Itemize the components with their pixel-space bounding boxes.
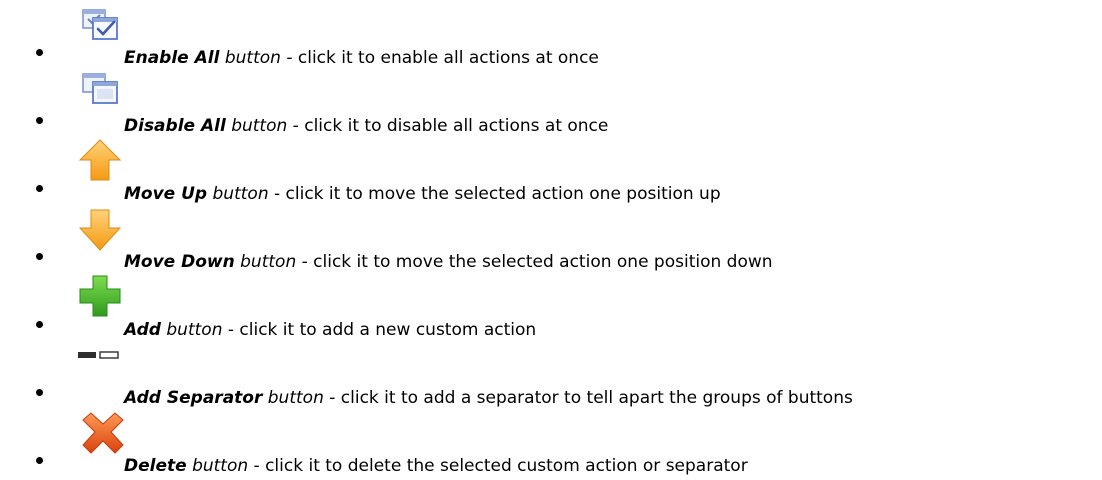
enable-all-icon xyxy=(80,6,128,54)
item-description: - click it to move the selected action o… xyxy=(296,252,773,272)
list-item-enable-all: Enable All button - click it to enable a… xyxy=(0,0,1102,68)
item-description: - click it to move the selected action o… xyxy=(268,184,721,204)
item-text: Disable All button - click it to disable… xyxy=(124,114,608,138)
list-item-delete: Delete button - click it to delete the s… xyxy=(0,408,1102,476)
item-name: Add Separator xyxy=(124,388,263,408)
item-text: Move Down button - click it to move the … xyxy=(124,250,773,274)
toolbar-buttons-list: Enable All button - click it to enable a… xyxy=(0,0,1102,480)
item-kind: button xyxy=(267,388,324,408)
item-name: Disable All xyxy=(124,116,226,136)
bullet xyxy=(36,457,43,464)
item-description: - click it to enable all actions at once xyxy=(280,48,599,68)
plus-icon xyxy=(76,272,124,320)
bullet xyxy=(36,253,43,260)
list-item-move-down: Move Down button - click it to move the … xyxy=(0,204,1102,272)
item-kind: button xyxy=(231,116,288,136)
list-item-add: Add button - click it to add a new custo… xyxy=(0,272,1102,340)
arrow-down-icon xyxy=(76,206,124,254)
list-item-add-separator: Add Separator button - click it to add a… xyxy=(0,340,1102,408)
item-name: Delete xyxy=(124,456,187,476)
bullet xyxy=(36,321,43,328)
item-text: Move Up button - click it to move the se… xyxy=(124,182,721,206)
item-description: - click it to add a new custom action xyxy=(222,320,537,340)
item-text: Delete button - click it to delete the s… xyxy=(124,454,748,478)
item-kind: button xyxy=(212,184,269,204)
list-item-move-up: Move Up button - click it to move the se… xyxy=(0,136,1102,204)
item-kind: button xyxy=(224,48,281,68)
item-description: - click it to disable all actions at onc… xyxy=(287,116,609,136)
arrow-up-icon xyxy=(76,136,124,184)
item-text: Enable All button - click it to enable a… xyxy=(124,46,599,70)
delete-x-icon xyxy=(77,410,129,458)
item-text: Add button - click it to add a new custo… xyxy=(124,318,536,342)
item-name: Move Up xyxy=(124,184,208,204)
item-name: Move Down xyxy=(124,252,235,272)
item-kind: button xyxy=(240,252,297,272)
item-text: Add Separator button - click it to add a… xyxy=(124,386,853,410)
item-kind: button xyxy=(166,320,223,340)
separator-icon xyxy=(76,346,124,394)
bullet xyxy=(36,49,43,56)
list-item-disable-all: Disable All button - click it to disable… xyxy=(0,68,1102,136)
item-description: - click it to delete the selected custom… xyxy=(248,456,748,476)
item-name: Add xyxy=(124,320,161,340)
disable-all-icon xyxy=(80,70,128,118)
bullet xyxy=(36,185,43,192)
bullet xyxy=(36,117,43,124)
bullet xyxy=(36,389,43,396)
item-name: Enable All xyxy=(124,48,220,68)
item-kind: button xyxy=(192,456,249,476)
item-description: - click it to add a separator to tell ap… xyxy=(323,388,853,408)
